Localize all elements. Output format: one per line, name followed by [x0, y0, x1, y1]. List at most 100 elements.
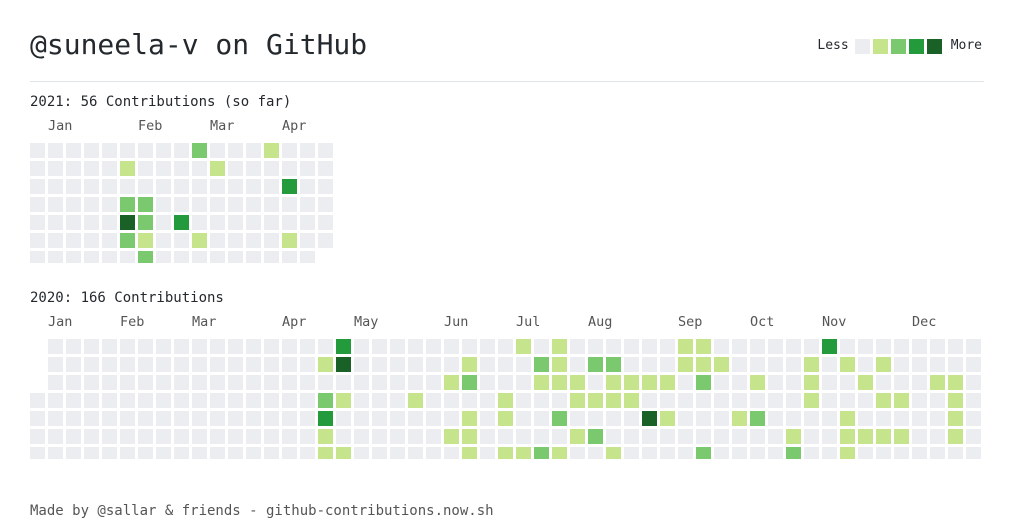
contribution-day — [120, 161, 135, 176]
contribution-day — [174, 429, 189, 444]
contribution-day — [516, 429, 531, 444]
contribution-day — [858, 447, 873, 459]
contribution-day — [372, 411, 387, 426]
contribution-day — [300, 215, 315, 230]
contribution-day — [246, 251, 261, 263]
contribution-day — [768, 447, 783, 459]
contribution-day — [264, 143, 279, 158]
contribution-day — [750, 339, 765, 354]
contribution-day — [48, 251, 63, 263]
contribution-day — [624, 357, 639, 372]
contribution-day — [642, 447, 657, 459]
contribution-day — [246, 339, 261, 354]
contribution-day — [84, 447, 99, 459]
contribution-day — [732, 375, 747, 390]
contribution-day — [354, 393, 369, 408]
contribution-day — [210, 411, 225, 426]
contribution-day — [138, 357, 153, 372]
contribution-day — [462, 447, 477, 459]
contribution-day — [174, 393, 189, 408]
contribution-day — [318, 393, 333, 408]
contribution-day — [192, 161, 207, 176]
contribution-day — [948, 447, 963, 459]
contribution-day — [714, 393, 729, 408]
contribution-day — [156, 143, 171, 158]
contribution-day — [30, 215, 45, 230]
contribution-day — [786, 429, 801, 444]
contribution-day — [174, 233, 189, 248]
contribution-day — [300, 429, 315, 444]
contribution-day — [696, 447, 711, 459]
contribution-day — [354, 375, 369, 390]
contribution-day — [678, 357, 693, 372]
year-2021-section: 2021: 56 Contributions (so far) Jan Feb Ma… — [30, 93, 984, 263]
contribution-day — [966, 447, 981, 459]
contribution-day — [156, 429, 171, 444]
contribution-day — [354, 357, 369, 372]
contribution-day — [138, 161, 153, 176]
contribution-day — [372, 357, 387, 372]
contribution-day — [282, 251, 297, 263]
contribution-day — [876, 339, 891, 354]
contribution-day — [102, 161, 117, 176]
contribution-day — [732, 393, 747, 408]
contribution-day — [84, 429, 99, 444]
contribution-day — [912, 393, 927, 408]
contribution-day — [480, 375, 495, 390]
month-label: Feb — [120, 314, 144, 330]
contribution-day — [570, 357, 585, 372]
contribution-day — [372, 429, 387, 444]
month-label: Dec — [912, 314, 936, 330]
contribution-day — [84, 251, 99, 263]
contribution-day — [552, 447, 567, 459]
contribution-day — [372, 393, 387, 408]
contribution-day — [390, 357, 405, 372]
contribution-day — [750, 357, 765, 372]
contribution-day — [750, 375, 765, 390]
contribution-day — [300, 251, 315, 263]
month-label: May — [354, 314, 378, 330]
contribution-day — [84, 233, 99, 248]
contribution-day — [606, 429, 621, 444]
contribution-day — [660, 375, 675, 390]
contribution-day — [246, 161, 261, 176]
contribution-day — [318, 143, 333, 158]
contribution-day — [156, 357, 171, 372]
contribution-day — [840, 357, 855, 372]
contribution-day — [606, 357, 621, 372]
contribution-day — [588, 375, 603, 390]
contribution-day — [480, 357, 495, 372]
contribution-day — [192, 197, 207, 212]
contribution-day — [156, 161, 171, 176]
contribution-day — [228, 179, 243, 194]
contribution-day — [552, 357, 567, 372]
contribution-day — [300, 447, 315, 459]
contribution-day — [840, 393, 855, 408]
month-label: Aug — [588, 314, 612, 330]
contribution-day — [354, 339, 369, 354]
contribution-day — [210, 197, 225, 212]
contribution-day — [876, 375, 891, 390]
contribution-day — [768, 357, 783, 372]
contribution-day — [336, 447, 351, 459]
contribution-day — [300, 411, 315, 426]
contribution-day — [840, 447, 855, 459]
contribution-day — [354, 429, 369, 444]
contribution-day — [426, 393, 441, 408]
contribution-day — [768, 375, 783, 390]
contribution-day — [912, 411, 927, 426]
contribution-day — [174, 339, 189, 354]
contribution-day — [624, 339, 639, 354]
contribution-day — [300, 161, 315, 176]
contribution-day — [120, 375, 135, 390]
contribution-day — [228, 393, 243, 408]
contribution-day — [678, 429, 693, 444]
contribution-day — [732, 357, 747, 372]
contribution-day — [264, 251, 279, 263]
contribution-day — [192, 375, 207, 390]
contribution-day — [840, 375, 855, 390]
contribution-day — [516, 357, 531, 372]
contribution-day — [192, 429, 207, 444]
contribution-day — [138, 375, 153, 390]
contribution-day — [840, 429, 855, 444]
